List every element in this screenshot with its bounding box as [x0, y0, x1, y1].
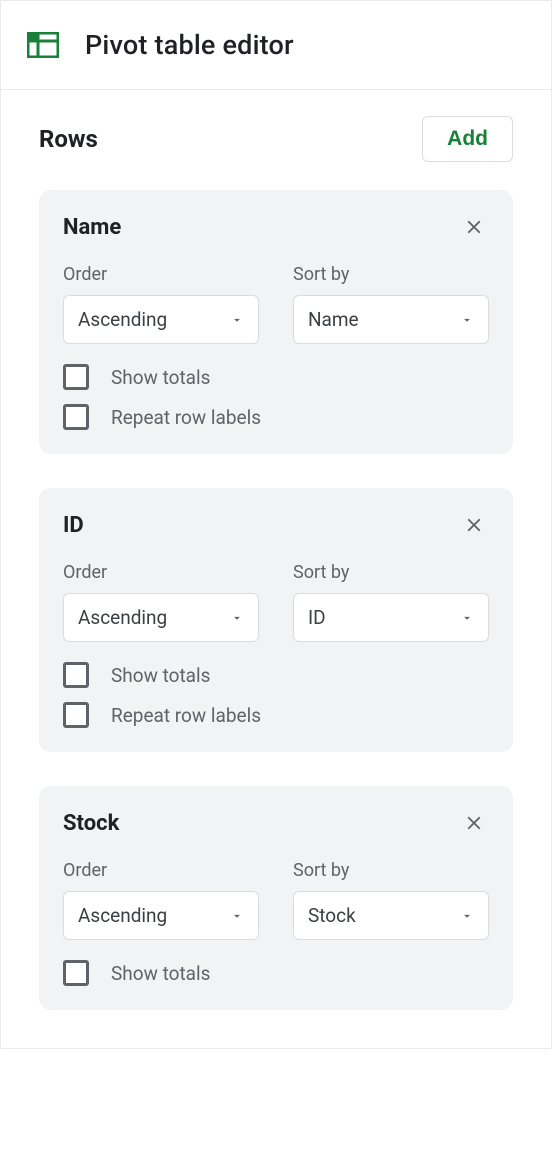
pivot-table-icon [27, 32, 59, 58]
repeat-labels-label: Repeat row labels [111, 704, 261, 727]
close-icon [463, 812, 485, 834]
sortby-select[interactable]: Name [293, 295, 489, 344]
order-select[interactable]: Ascending [63, 593, 259, 642]
sortby-control: Sort by Name [293, 264, 489, 344]
sortby-select-value: Stock [308, 904, 356, 927]
remove-row-button[interactable] [459, 212, 489, 242]
rows-section-head: Rows Add [39, 116, 513, 162]
card-title: ID [63, 513, 84, 538]
order-label: Order [63, 860, 259, 881]
card-title: Name [63, 215, 121, 240]
order-select-value: Ascending [78, 308, 167, 331]
repeat-labels-label: Repeat row labels [111, 406, 261, 429]
order-select[interactable]: Ascending [63, 891, 259, 940]
order-label: Order [63, 264, 259, 285]
close-icon [463, 514, 485, 536]
row-config-card: Name Order Ascending Sort by [39, 190, 513, 454]
sortby-label: Sort by [293, 264, 489, 285]
repeat-labels-row: Repeat row labels [63, 404, 489, 430]
close-icon [463, 216, 485, 238]
repeat-labels-checkbox[interactable] [63, 702, 89, 728]
panel-title: Pivot table editor [85, 29, 294, 61]
show-totals-row: Show totals [63, 662, 489, 688]
row-config-card: Stock Order Ascending Sort by [39, 786, 513, 1010]
show-totals-row: Show totals [63, 960, 489, 986]
order-select-value: Ascending [78, 904, 167, 927]
add-row-button[interactable]: Add [422, 116, 513, 162]
row-config-card: ID Order Ascending Sort by I [39, 488, 513, 752]
sortby-control: Sort by Stock [293, 860, 489, 940]
sortby-select[interactable]: Stock [293, 891, 489, 940]
order-label: Order [63, 562, 259, 583]
caret-down-icon [460, 611, 474, 625]
sortby-control: Sort by ID [293, 562, 489, 642]
caret-down-icon [460, 313, 474, 327]
repeat-labels-row: Repeat row labels [63, 702, 489, 728]
remove-row-button[interactable] [459, 808, 489, 838]
pivot-editor-panel: Pivot table editor Rows Add Name Order A… [0, 0, 552, 1049]
card-head: Name [63, 212, 489, 242]
order-select-value: Ascending [78, 606, 167, 629]
card-title: Stock [63, 811, 119, 836]
sortby-select-value: Name [308, 308, 359, 331]
caret-down-icon [230, 909, 244, 923]
controls-row: Order Ascending Sort by Name [63, 264, 489, 344]
caret-down-icon [230, 611, 244, 625]
show-totals-label: Show totals [111, 366, 210, 389]
show-totals-label: Show totals [111, 664, 210, 687]
card-head: Stock [63, 808, 489, 838]
show-totals-checkbox[interactable] [63, 364, 89, 390]
rows-section: Rows Add Name Order Ascending [1, 90, 551, 1048]
sortby-select-value: ID [308, 606, 326, 629]
repeat-labels-checkbox[interactable] [63, 404, 89, 430]
order-select[interactable]: Ascending [63, 295, 259, 344]
rows-section-title: Rows [39, 125, 98, 153]
show-totals-row: Show totals [63, 364, 489, 390]
caret-down-icon [460, 909, 474, 923]
controls-row: Order Ascending Sort by ID [63, 562, 489, 642]
show-totals-checkbox[interactable] [63, 960, 89, 986]
show-totals-checkbox[interactable] [63, 662, 89, 688]
order-control: Order Ascending [63, 860, 259, 940]
remove-row-button[interactable] [459, 510, 489, 540]
sortby-label: Sort by [293, 562, 489, 583]
caret-down-icon [230, 313, 244, 327]
card-head: ID [63, 510, 489, 540]
panel-header: Pivot table editor [1, 1, 551, 90]
show-totals-label: Show totals [111, 962, 210, 985]
order-control: Order Ascending [63, 562, 259, 642]
controls-row: Order Ascending Sort by Stock [63, 860, 489, 940]
order-control: Order Ascending [63, 264, 259, 344]
sortby-select[interactable]: ID [293, 593, 489, 642]
sortby-label: Sort by [293, 860, 489, 881]
